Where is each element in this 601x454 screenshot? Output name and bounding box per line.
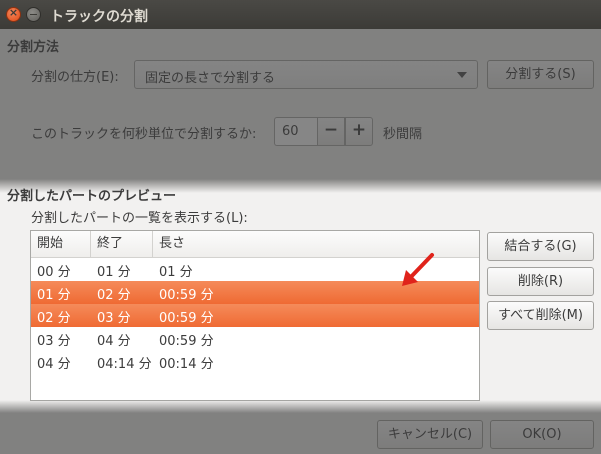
- cell-start: 00 分: [37, 265, 71, 280]
- split-mode-label: 分割の仕方(E):: [31, 70, 119, 85]
- cell-end: 04 分: [97, 334, 131, 349]
- cell-end: 01 分: [97, 265, 131, 280]
- minimize-window-button[interactable]: [26, 7, 41, 22]
- table-row[interactable]: 02 分 03 分 00:59 分: [31, 304, 479, 327]
- cell-start: 04 分: [37, 357, 71, 372]
- cell-length: 01 分: [159, 265, 193, 280]
- close-icon: ×: [8, 6, 19, 19]
- chevron-down-icon: [457, 72, 467, 78]
- split-button[interactable]: 分割する(S): [487, 60, 594, 89]
- close-window-button[interactable]: ×: [6, 6, 21, 22]
- title-bar: × トラックの分割: [0, 0, 601, 29]
- seconds-label: このトラックを何秒単位で分割するか:: [31, 127, 257, 142]
- red-arrow-icon: [402, 253, 434, 286]
- cell-end: 04:14 分: [97, 357, 152, 372]
- seconds-input[interactable]: 60: [274, 117, 318, 146]
- minimize-icon: [30, 14, 37, 15]
- decrement-button[interactable]: −: [317, 117, 345, 146]
- seconds-suffix: 秒間隔: [383, 127, 423, 142]
- delete-all-button[interactable]: すべて削除(M): [487, 301, 594, 330]
- table-row[interactable]: 03 分 04 分 00:59 分: [31, 327, 479, 350]
- cell-length: 00:59 分: [159, 288, 214, 303]
- cell-length: 00:59 分: [159, 311, 214, 326]
- method-heading: 分割方法: [7, 40, 60, 55]
- delete-button[interactable]: 削除(R): [487, 267, 594, 296]
- column-header-start[interactable]: 開始: [31, 231, 91, 258]
- cell-end: 03 分: [97, 311, 131, 326]
- cell-length: 00:14 分: [159, 357, 214, 372]
- dim-overlay-bottom-fade: [0, 400, 601, 413]
- cell-start: 03 分: [37, 334, 71, 349]
- ok-button[interactable]: OK(O): [490, 420, 594, 449]
- preview-heading: 分割したパートのプレビュー: [7, 189, 177, 204]
- split-mode-value: 固定の長さで分割する: [145, 71, 276, 86]
- cell-start: 01 分: [37, 288, 71, 303]
- column-header-end[interactable]: 終了: [91, 231, 153, 258]
- cell-start: 02 分: [37, 311, 71, 326]
- cell-length: 00:59 分: [159, 334, 214, 349]
- dim-overlay-top: [0, 29, 601, 179]
- merge-button[interactable]: 結合する(G): [487, 232, 594, 261]
- parts-list-label: 分割したパートの一覧を表示する(L):: [31, 211, 248, 226]
- window-title: トラックの分割: [50, 9, 148, 25]
- increment-button[interactable]: +: [345, 117, 373, 146]
- cancel-button[interactable]: キャンセル(C): [377, 420, 483, 449]
- split-mode-combo[interactable]: 固定の長さで分割する: [134, 60, 478, 89]
- table-row[interactable]: 04 分 04:14 分 00:14 分: [31, 350, 479, 373]
- cell-end: 02 分: [97, 288, 131, 303]
